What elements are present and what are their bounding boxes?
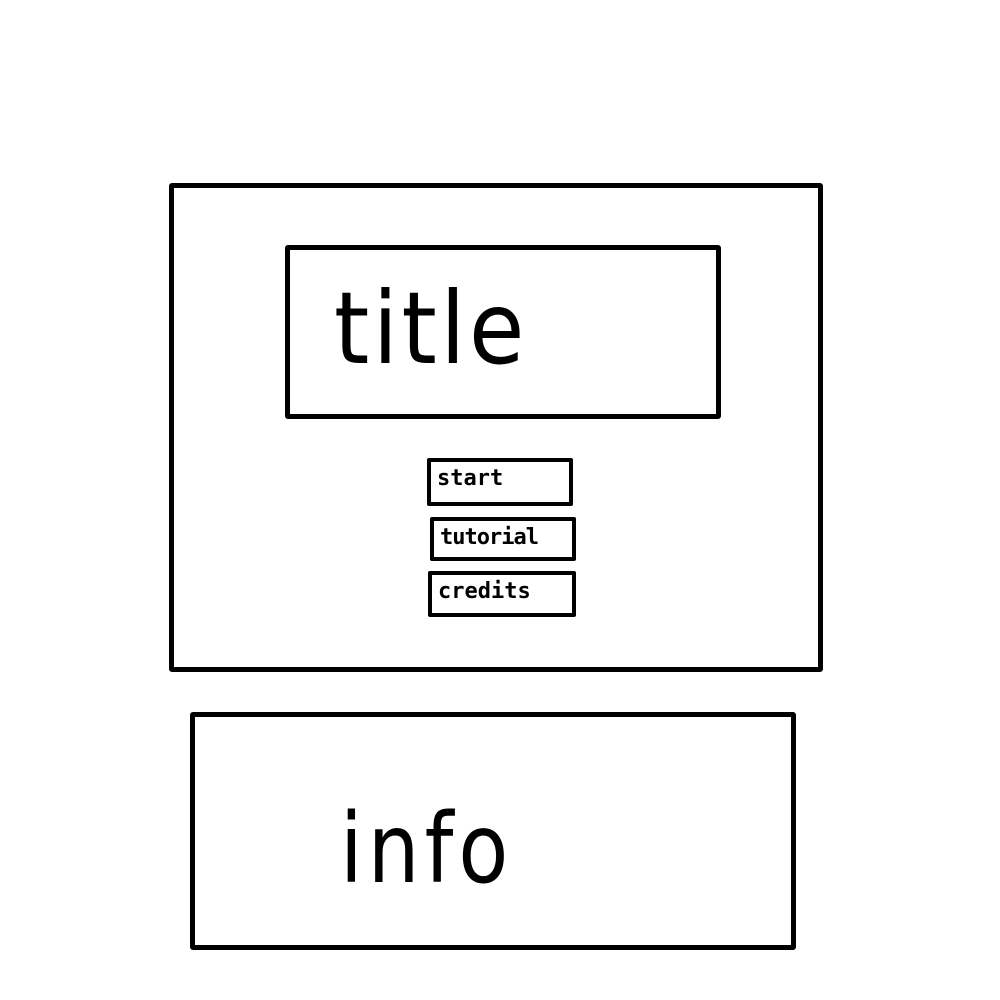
title-banner: title: [285, 245, 721, 419]
tutorial-button[interactable]: tutorial: [430, 517, 576, 561]
info-panel: info: [190, 712, 796, 950]
start-button[interactable]: start: [427, 458, 573, 506]
main-menu-panel: title start tutorial credits: [169, 183, 823, 672]
credits-button[interactable]: credits: [428, 571, 576, 617]
info-text: info: [340, 793, 514, 905]
game-title: title: [334, 270, 528, 387]
